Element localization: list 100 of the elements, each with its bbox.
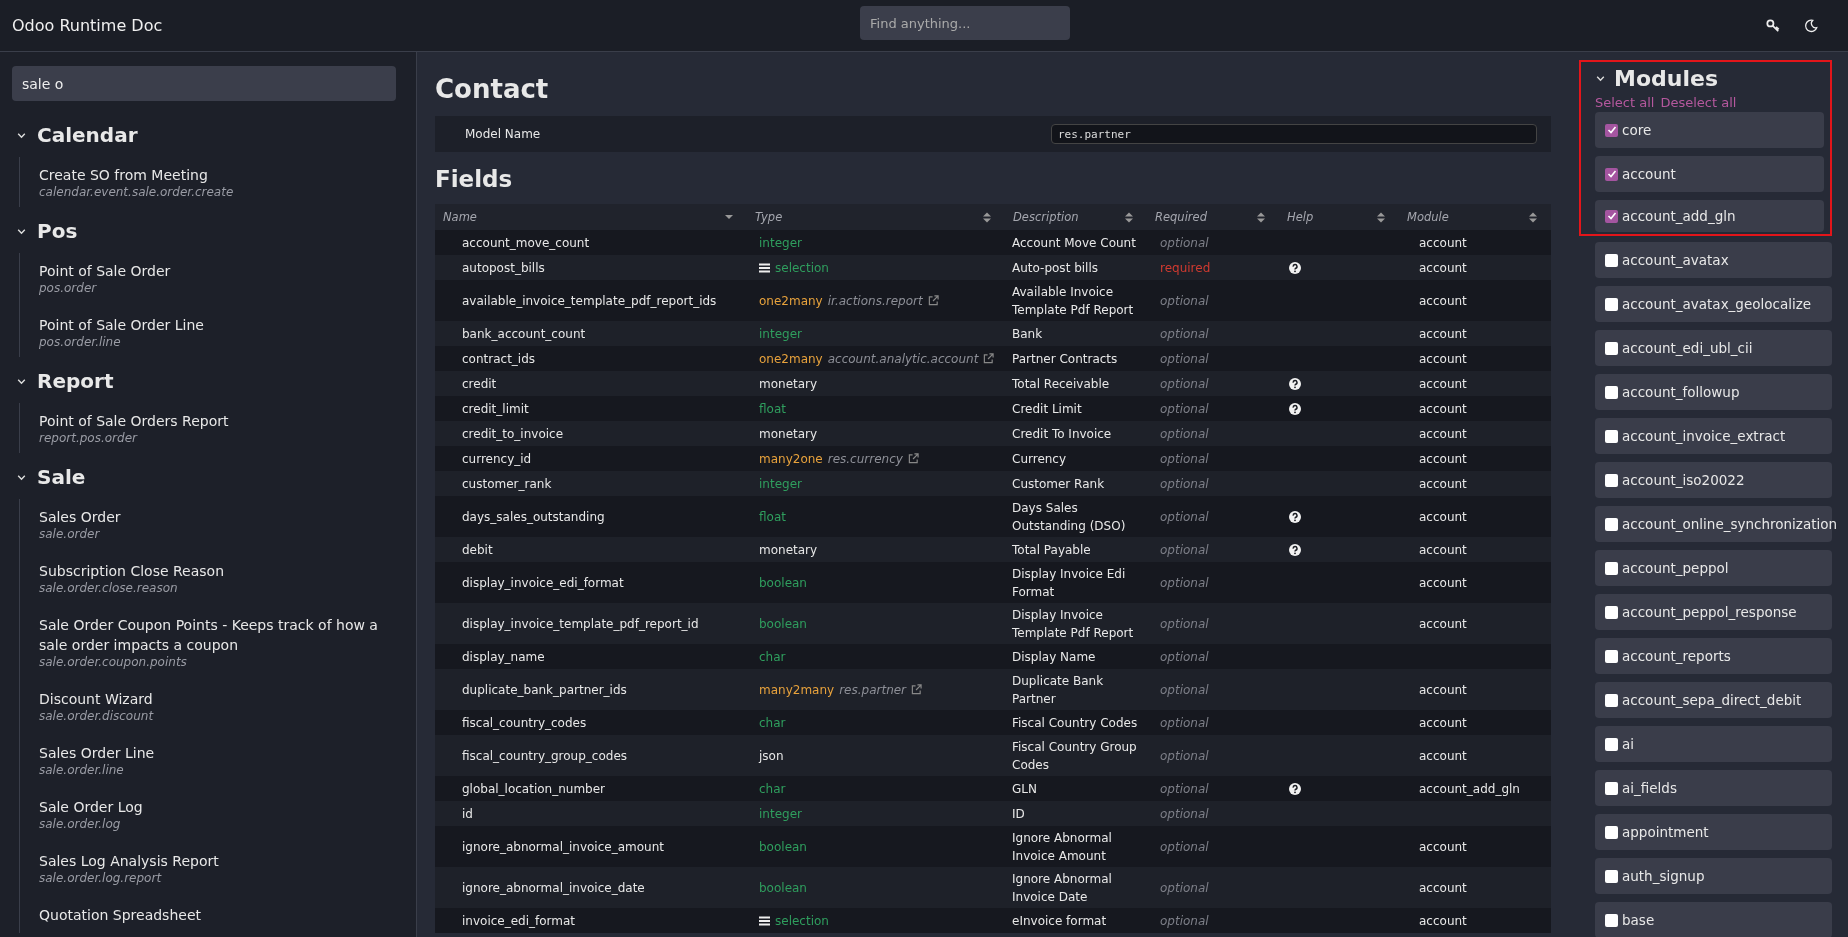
- checkbox[interactable]: [1605, 385, 1618, 399]
- sort-icon[interactable]: [1125, 211, 1133, 223]
- module-option[interactable]: base: [1595, 902, 1832, 937]
- external-link-icon[interactable]: [927, 295, 939, 306]
- required-status: optional: [1160, 747, 1209, 765]
- column-header[interactable]: Description: [1013, 210, 1079, 224]
- module-option[interactable]: appointment: [1595, 814, 1832, 850]
- module-option[interactable]: auth_signup: [1595, 858, 1832, 894]
- sort-icon[interactable]: [1257, 211, 1265, 223]
- module-option[interactable]: account_invoice_extract: [1595, 418, 1832, 454]
- external-link-icon[interactable]: [907, 453, 919, 464]
- checkbox[interactable]: [1605, 517, 1618, 531]
- model-name: sale.order.log.report: [39, 871, 163, 885]
- sort-desc-icon[interactable]: [725, 214, 733, 220]
- app-title: Odoo Runtime Doc: [12, 16, 163, 35]
- checkbox[interactable]: [1605, 297, 1618, 311]
- field-type: integer: [759, 475, 802, 493]
- search-field[interactable]: Find anything...: [860, 6, 1070, 40]
- table-cell-text: Display Invoice Edi Format: [1012, 565, 1127, 601]
- module-option[interactable]: account_peppol: [1595, 550, 1832, 586]
- help-icon[interactable]: [1289, 543, 1301, 556]
- checkbox[interactable]: [1605, 825, 1618, 839]
- required-status: optional: [1160, 375, 1209, 393]
- checkbox[interactable]: [1605, 123, 1618, 137]
- table-cell-text: bank_account_count: [462, 325, 586, 343]
- table-cell-text: display_name: [462, 648, 545, 666]
- relation-link[interactable]: account.analytic.account: [827, 349, 979, 368]
- model-link[interactable]: Point of Sale Orders Report: [39, 411, 389, 431]
- help-icon[interactable]: [1289, 377, 1301, 390]
- key-icon[interactable]: [1766, 18, 1780, 33]
- column-header[interactable]: Module: [1407, 210, 1449, 224]
- checkbox[interactable]: [1605, 913, 1618, 927]
- model-link[interactable]: Sales Order Line: [39, 743, 389, 763]
- external-link-icon[interactable]: [911, 684, 923, 695]
- module-option[interactable]: account_avatax_geolocalize: [1595, 286, 1832, 322]
- model-link[interactable]: Sales Log Analysis Report: [39, 851, 389, 871]
- required-status: optional: [1160, 425, 1209, 443]
- checkbox[interactable]: [1605, 869, 1618, 883]
- model-link[interactable]: Sale Order Log: [39, 797, 389, 817]
- module-option[interactable]: account_sepa_direct_debit: [1595, 682, 1832, 718]
- checkbox[interactable]: [1605, 693, 1618, 707]
- model-link[interactable]: Point of Sale Order Line: [39, 315, 389, 335]
- moon-icon[interactable]: [1804, 18, 1818, 33]
- table-cell-text: Credit Limit: [1012, 400, 1082, 418]
- module-option[interactable]: account_add_gln: [1595, 200, 1824, 232]
- checkbox[interactable]: [1605, 209, 1618, 223]
- checkbox[interactable]: [1605, 605, 1618, 619]
- help-icon[interactable]: [1289, 510, 1301, 523]
- model-link[interactable]: Sales Order: [39, 507, 389, 527]
- external-link-icon[interactable]: [983, 353, 995, 364]
- table-cell-text: account: [1419, 375, 1467, 393]
- table-cell-text: Customer Rank: [1012, 475, 1105, 493]
- model-link[interactable]: Subscription Close Reason: [39, 561, 389, 581]
- checkbox[interactable]: [1605, 253, 1618, 267]
- required-status: optional: [1160, 838, 1209, 856]
- help-icon[interactable]: [1289, 261, 1301, 274]
- checkbox[interactable]: [1605, 737, 1618, 751]
- checkbox[interactable]: [1605, 429, 1618, 443]
- module-option[interactable]: account_avatax: [1595, 242, 1832, 278]
- module-option[interactable]: core: [1595, 112, 1824, 148]
- module-option[interactable]: account_edi_ubl_cii: [1595, 330, 1832, 366]
- model-link[interactable]: Point of Sale Order: [39, 261, 389, 281]
- sort-icon[interactable]: [1529, 211, 1537, 223]
- help-icon[interactable]: [1289, 402, 1301, 415]
- model-link[interactable]: Discount Wizard: [39, 689, 389, 709]
- checkbox[interactable]: [1605, 167, 1618, 181]
- module-option[interactable]: account_reports: [1595, 638, 1832, 674]
- model-link[interactable]: Create SO from Meeting: [39, 165, 389, 185]
- sort-icon[interactable]: [983, 211, 991, 223]
- relation-link[interactable]: res.partner: [839, 680, 907, 699]
- table-cell-text: Total Receivable: [1012, 375, 1110, 393]
- column-header[interactable]: Required: [1155, 210, 1207, 224]
- section-title: Fields: [435, 166, 514, 192]
- relation-link[interactable]: ir.actions.report: [827, 291, 923, 310]
- checkbox[interactable]: [1605, 781, 1618, 795]
- module-option[interactable]: ai_fields: [1595, 770, 1832, 806]
- table-cell-text: credit_to_invoice: [462, 425, 564, 443]
- column-header[interactable]: Name: [443, 210, 477, 224]
- checkbox[interactable]: [1605, 561, 1618, 575]
- help-icon[interactable]: [1289, 782, 1301, 795]
- sort-icon[interactable]: [1377, 211, 1385, 223]
- checkbox[interactable]: [1605, 473, 1618, 487]
- module-option[interactable]: account_iso20022: [1595, 462, 1832, 498]
- search-field[interactable]: sale o: [12, 66, 396, 101]
- model-link[interactable]: Quotation Spreadsheet: [39, 905, 389, 925]
- relation-link[interactable]: res.currency: [827, 449, 903, 468]
- model-name-field[interactable]: res.partner: [1051, 124, 1537, 144]
- table-cell-text: account: [1419, 574, 1467, 592]
- field-type: boolean: [759, 615, 807, 633]
- module-option[interactable]: account_followup: [1595, 374, 1832, 410]
- checkbox[interactable]: [1605, 341, 1618, 355]
- module-option[interactable]: account: [1595, 156, 1824, 192]
- module-option[interactable]: account_peppol_response: [1595, 594, 1832, 630]
- table-cell-text: invoice_edi_format: [462, 912, 576, 930]
- model-link[interactable]: Sale Order Coupon Points - Keeps track of how a sale order impacts a coupon: [39, 615, 389, 655]
- column-header[interactable]: Help: [1287, 210, 1314, 224]
- module-option[interactable]: ai: [1595, 726, 1832, 762]
- field-type: integer: [759, 805, 802, 823]
- checkbox[interactable]: [1605, 649, 1618, 663]
- column-header[interactable]: Type: [755, 210, 783, 224]
